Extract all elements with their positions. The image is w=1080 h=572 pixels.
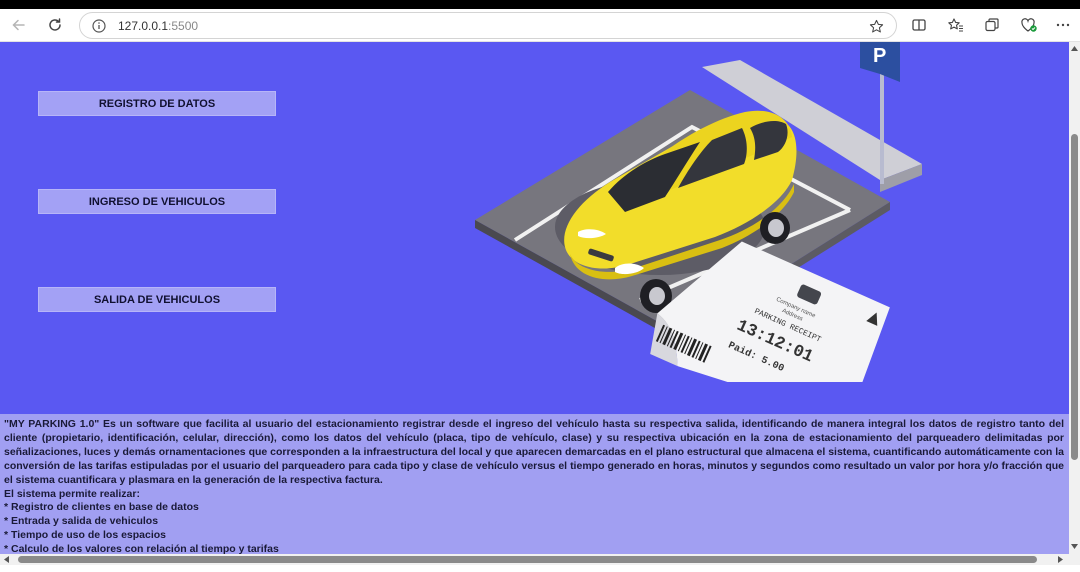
collections-icon	[985, 18, 999, 32]
collections-button[interactable]	[979, 12, 1005, 38]
horizontal-scroll-thumb[interactable]	[18, 556, 1037, 563]
star-icon[interactable]	[869, 19, 884, 34]
scroll-up-icon[interactable]	[1071, 46, 1078, 51]
more-button[interactable]	[1050, 12, 1076, 38]
page-viewport: REGISTRO DE DATOS INGRESO DE VEHICULOS S…	[0, 42, 1069, 554]
address-bar[interactable]: 127.0.0.1:5500	[79, 12, 897, 39]
refresh-icon	[49, 18, 61, 31]
feature-item: * Entrada y salida de vehiculos	[4, 515, 159, 528]
sign-pole	[880, 72, 884, 184]
features-heading: El sistema permite realizar:	[4, 487, 140, 500]
salida-de-vehiculos-button[interactable]: SALIDA DE VEHICULOS	[38, 287, 276, 312]
info-icon[interactable]	[92, 19, 106, 33]
vertical-scroll-thumb[interactable]	[1071, 134, 1078, 460]
more-icon	[1056, 23, 1070, 27]
ingreso-de-vehiculos-button[interactable]: INGRESO DE VEHICULOS	[38, 189, 276, 214]
horizontal-scrollbar[interactable]	[0, 554, 1069, 565]
browser-essentials-icon	[1021, 18, 1037, 32]
parking-illustration: P Company name Address PARKING RECEIPT 1…	[475, 42, 922, 382]
description-paragraph: "MY PARKING 1.0" Es un software que faci…	[4, 418, 1064, 486]
browser-toolbar: 127.0.0.1:5500	[0, 9, 1080, 42]
vertical-scrollbar[interactable]	[1069, 42, 1080, 554]
split-screen-icon	[912, 19, 926, 31]
window-bottom-border	[0, 565, 1080, 572]
feature-item: * Calculo de los valores con relación al…	[4, 543, 279, 554]
scrollbar-corner	[1069, 554, 1080, 565]
scroll-left-icon[interactable]	[4, 556, 9, 563]
window-top-border	[0, 0, 1080, 9]
feature-item: * Registro de clientes en base de datos	[4, 501, 199, 514]
scroll-down-icon[interactable]	[1071, 544, 1078, 549]
favorites-button[interactable]	[942, 12, 968, 38]
hero-section: REGISTRO DE DATOS INGRESO DE VEHICULOS S…	[0, 42, 1069, 414]
front-wheel-rim	[649, 287, 665, 305]
refresh-button[interactable]	[42, 12, 68, 38]
split-screen-button[interactable]	[906, 12, 932, 38]
feature-item: * Tiempo de uso de los espacios	[4, 529, 167, 542]
registro-de-datos-button[interactable]: REGISTRO DE DATOS	[38, 91, 276, 116]
url-text: 127.0.0.1:5500	[118, 19, 199, 33]
back-button[interactable]	[6, 12, 32, 38]
scroll-right-icon[interactable]	[1058, 556, 1063, 563]
svg-text:P: P	[873, 45, 886, 67]
browser-essentials-button[interactable]	[1016, 12, 1042, 38]
back-arrow-icon	[12, 19, 25, 31]
description-section: "MY PARKING 1.0" Es un software que faci…	[0, 414, 1069, 554]
rear-wheel-rim	[768, 219, 784, 237]
favorites-icon	[947, 18, 963, 32]
